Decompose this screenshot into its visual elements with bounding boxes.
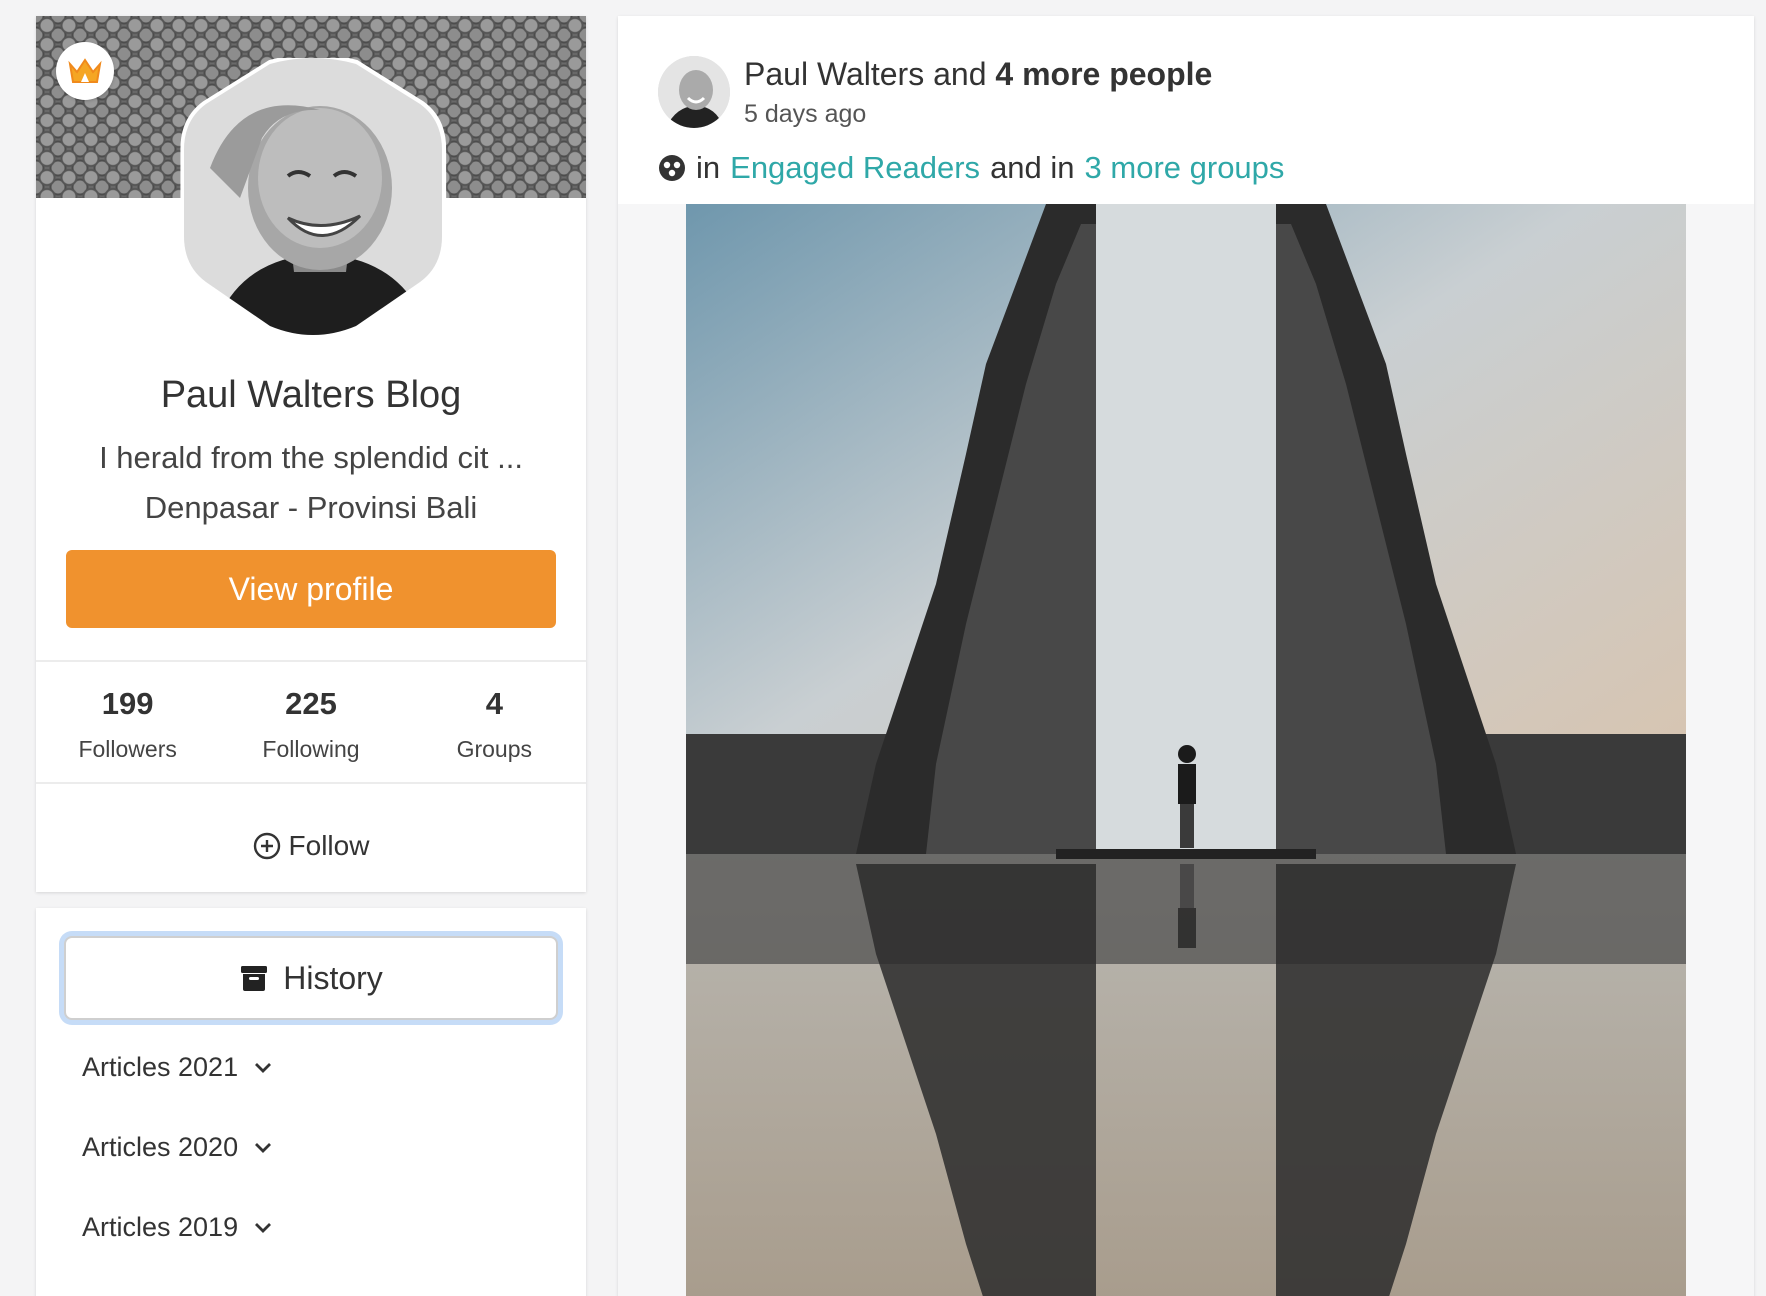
post-timestamp: 5 days ago bbox=[744, 100, 867, 128]
divider bbox=[36, 782, 586, 784]
plus-circle-icon bbox=[253, 832, 280, 860]
more-groups-link[interactable]: 3 more groups bbox=[1085, 150, 1285, 186]
profile-card: Paul Walters Blog I herald from the sple… bbox=[36, 16, 586, 892]
post-card: Paul Walters and 4 more people 5 days ag… bbox=[618, 16, 1754, 1296]
crown-icon bbox=[68, 58, 102, 83]
post-author-name[interactable]: Paul Walters bbox=[744, 56, 924, 92]
profile-avatar[interactable] bbox=[170, 58, 456, 344]
stat-label: Groups bbox=[456, 736, 533, 762]
profile-name: Paul Walters Blog bbox=[160, 374, 462, 416]
stat-label: Followers bbox=[78, 736, 177, 762]
stat-following[interactable]: 225 Following bbox=[219, 674, 402, 784]
archive-item-2021[interactable]: Articles 2021 bbox=[82, 1052, 272, 1083]
page: Paul Walters Blog I herald from the sple… bbox=[0, 0, 1766, 1296]
post-image[interactable] bbox=[686, 204, 1686, 1296]
archive-label: Articles 2021 bbox=[82, 1052, 239, 1082]
stat-value: 4 bbox=[485, 686, 503, 721]
stat-followers[interactable]: 199 Followers bbox=[36, 674, 219, 784]
chevron-down-icon bbox=[255, 1062, 272, 1073]
history-label: History bbox=[283, 959, 383, 996]
group-link[interactable]: Engaged Readers bbox=[730, 150, 980, 186]
post-groups-line: in Engaged Readers and in 3 more groups bbox=[658, 150, 1284, 186]
archive-icon bbox=[241, 966, 268, 991]
chevron-down-icon bbox=[255, 1222, 272, 1233]
view-profile-button[interactable]: View profile bbox=[66, 550, 556, 628]
profile-location: Denpasar - Provinsi Bali bbox=[144, 490, 478, 525]
crown-badge[interactable] bbox=[56, 42, 114, 100]
post-author-avatar[interactable] bbox=[658, 56, 730, 128]
stat-groups[interactable]: 4 Groups bbox=[403, 674, 586, 784]
history-card: History Articles 2021 Articles 2020 Arti… bbox=[36, 908, 586, 1296]
avatar-image bbox=[658, 56, 730, 128]
and-in-text: and in bbox=[990, 150, 1075, 185]
follow-button[interactable]: Follow bbox=[36, 806, 586, 886]
profile-bio: I herald from the splendid cit ... bbox=[99, 440, 523, 475]
archive-item-2019[interactable]: Articles 2019 bbox=[82, 1212, 272, 1243]
post-author-line: Paul Walters and 4 more people bbox=[744, 56, 1212, 93]
group-icon bbox=[659, 155, 685, 181]
and-text: and bbox=[933, 56, 987, 92]
more-people-link[interactable]: 4 more people bbox=[995, 56, 1212, 92]
follow-label: Follow bbox=[288, 830, 370, 861]
chevron-down-icon bbox=[255, 1142, 272, 1153]
divider bbox=[36, 660, 586, 662]
profile-stats: 199 Followers 225 Following 4 Groups bbox=[36, 674, 586, 784]
stat-label: Following bbox=[262, 736, 360, 762]
archive-label: Articles 2019 bbox=[82, 1212, 239, 1242]
stat-value: 225 bbox=[285, 686, 337, 721]
history-button[interactable]: History bbox=[64, 936, 558, 1020]
in-text: in bbox=[696, 150, 721, 185]
archive-label: Articles 2020 bbox=[82, 1132, 239, 1162]
archive-item-2020[interactable]: Articles 2020 bbox=[82, 1132, 272, 1163]
stat-value: 199 bbox=[101, 686, 154, 721]
